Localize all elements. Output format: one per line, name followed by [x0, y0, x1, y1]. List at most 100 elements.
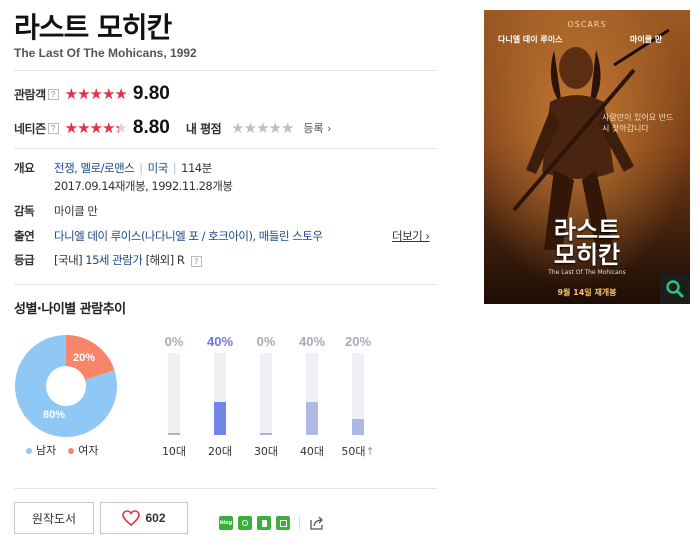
- cast-value: 다니엘 데이 루이스(나다니엘 포 / 호크아이), 매들린 스토우: [54, 228, 394, 244]
- pie-hole: [46, 366, 86, 406]
- age-column: 0% 30대: [244, 334, 288, 459]
- cast-label: 출연: [14, 229, 35, 243]
- audience-rating: 관람객 ? ★★★★★ ★★★★★ 9.80: [14, 82, 170, 106]
- star-fill: ★★★★★: [64, 86, 126, 102]
- grade-label: 등급: [14, 253, 35, 267]
- poster-star-credit: 다니엘 데이 루이스: [498, 35, 563, 44]
- magnifier-icon: [666, 280, 684, 298]
- age-percent-label: 20%: [344, 334, 372, 349]
- cast-more-link[interactable]: 더보기 ›: [392, 228, 430, 244]
- genre-link[interactable]: 전쟁, 멜로/로맨스: [54, 161, 135, 175]
- age-bar-track: [306, 353, 318, 435]
- age-bar-track: [352, 353, 364, 435]
- share-divider: [299, 516, 300, 530]
- like-count: 602: [145, 511, 166, 525]
- cast-link[interactable]: 다니엘 데이 루이스(나다니엘 포 / 호크아이), 매들린 스토우: [54, 229, 323, 243]
- grade-domestic-tag: [국내]: [54, 253, 83, 267]
- age-label-text: 30대: [253, 445, 279, 458]
- age-column: 40% 40대: [290, 334, 334, 459]
- grade-domestic[interactable]: 15세 관람가: [85, 253, 143, 267]
- grade-value: [국내] 15세 관람가 [해외] R ?: [54, 252, 202, 268]
- share-icon[interactable]: [309, 516, 325, 530]
- age-label: 10대: [152, 443, 196, 459]
- source-book-label: 원작도서: [31, 511, 77, 526]
- my-rating-stars[interactable]: ★★★★★: [231, 119, 294, 137]
- age-label-text: 40대: [299, 445, 325, 458]
- legend-dot-male: [26, 448, 32, 454]
- age-bar: [260, 433, 272, 435]
- age-bar-track: [260, 353, 272, 435]
- separator: |: [172, 161, 177, 175]
- movie-poster[interactable]: OSCARS 다니엘 데이 루이스 마이클 만 사랑만이 있어요 반드시 찾아갑…: [484, 10, 690, 304]
- poster-zoom-button[interactable]: [660, 274, 690, 304]
- age-label: 40대: [290, 443, 334, 459]
- my-rating-label: 내 평점: [185, 121, 222, 136]
- legend-male-label: 남자: [36, 444, 57, 457]
- age-label: 20대: [198, 443, 242, 459]
- age-percent-label: 0%: [164, 334, 184, 349]
- poster-top-line: OSCARS: [567, 20, 607, 29]
- poster-title-line: 라스트: [553, 216, 621, 244]
- netizen-score: 8.80: [132, 117, 170, 138]
- bookmark-share-icon[interactable]: [257, 516, 271, 530]
- age-label-text: 20대: [207, 445, 233, 458]
- source-book-button[interactable]: 원작도서: [14, 502, 94, 534]
- help-icon[interactable]: ?: [190, 256, 202, 267]
- cast-more-label: 더보기: [392, 229, 423, 243]
- overview-value: 전쟁, 멜로/로맨스 | 미국 | 114분: [54, 160, 212, 176]
- release-dates: 2017.09.14재개봉, 1992.11.28개봉: [54, 179, 233, 193]
- poster-director-credit: 마이클 만: [630, 35, 663, 44]
- audience-stars: ★★★★★ ★★★★★: [64, 86, 128, 102]
- divider: [14, 488, 437, 489]
- age-bar: [306, 402, 318, 435]
- netizen-rating: 네티즌 ? ★★★★★ ★★★★★ 8.80 내 평점 ★★★★★ 등록 ›: [14, 116, 332, 140]
- audience-score: 9.80: [132, 83, 170, 104]
- age-bar: [214, 402, 226, 435]
- divider: [14, 148, 437, 149]
- poster-title-line: 모히칸: [553, 241, 621, 270]
- share-bar: blog: [219, 516, 325, 530]
- band-share-icon[interactable]: [238, 516, 252, 530]
- gender-pie-chart: 80% 20%: [14, 334, 118, 438]
- age-percent-label: 40%: [206, 334, 234, 349]
- legend-female-label: 여자: [78, 444, 99, 457]
- runtime: 114분: [181, 161, 212, 175]
- legend-dot-female: [68, 448, 75, 454]
- audience-rating-label: 관람객: [14, 87, 46, 102]
- help-icon[interactable]: ?: [47, 122, 59, 134]
- age-label-suffix: ↑: [365, 445, 375, 458]
- age-column: 40% 20대: [198, 334, 242, 459]
- poster-title: 라스트 모히칸: [484, 216, 690, 270]
- age-percent-label: 40%: [298, 334, 326, 349]
- age-bar: [168, 433, 180, 435]
- legend-female: 여자: [68, 442, 99, 458]
- pie-label-female: 20%: [73, 352, 95, 364]
- country-link[interactable]: 미국: [148, 161, 169, 175]
- note-share-icon[interactable]: [276, 516, 290, 530]
- director-label: 감독: [14, 204, 35, 218]
- poster-tagline: 사랑만이 있어요 반드시 찾아갑니다: [602, 113, 674, 134]
- age-column: 0% 10대: [152, 334, 196, 459]
- register-rating-link[interactable]: 등록 ›: [303, 120, 331, 136]
- netizen-stars: ★★★★★ ★★★★★: [64, 120, 128, 136]
- age-label-text: 50대: [341, 445, 366, 458]
- grade-foreign-tag: [해외]: [145, 253, 175, 267]
- like-button[interactable]: 602: [100, 502, 188, 534]
- heart-icon: [122, 510, 141, 526]
- age-percent-label: 0%: [256, 334, 276, 349]
- pie-label-male: 80%: [43, 409, 65, 421]
- age-bar-track: [168, 353, 180, 435]
- director-link[interactable]: 마이클 만: [54, 203, 98, 219]
- movie-original-title: The Last Of The Mohicans, 1992: [14, 46, 197, 60]
- gender-legend: 남자 여자: [26, 442, 99, 458]
- age-column: 20% 50대↑: [336, 334, 380, 459]
- gender-pie-svg: 80% 20%: [15, 335, 117, 437]
- netizen-rating-label: 네티즌: [14, 121, 46, 136]
- legend-male: 남자: [26, 442, 56, 458]
- separator: |: [139, 161, 143, 175]
- divider: [14, 284, 437, 285]
- blog-share-icon[interactable]: blog: [219, 516, 233, 530]
- help-icon[interactable]: ?: [47, 88, 59, 100]
- movie-title: 라스트 모히칸: [14, 11, 172, 44]
- star-fill: ★★★★★: [64, 120, 120, 136]
